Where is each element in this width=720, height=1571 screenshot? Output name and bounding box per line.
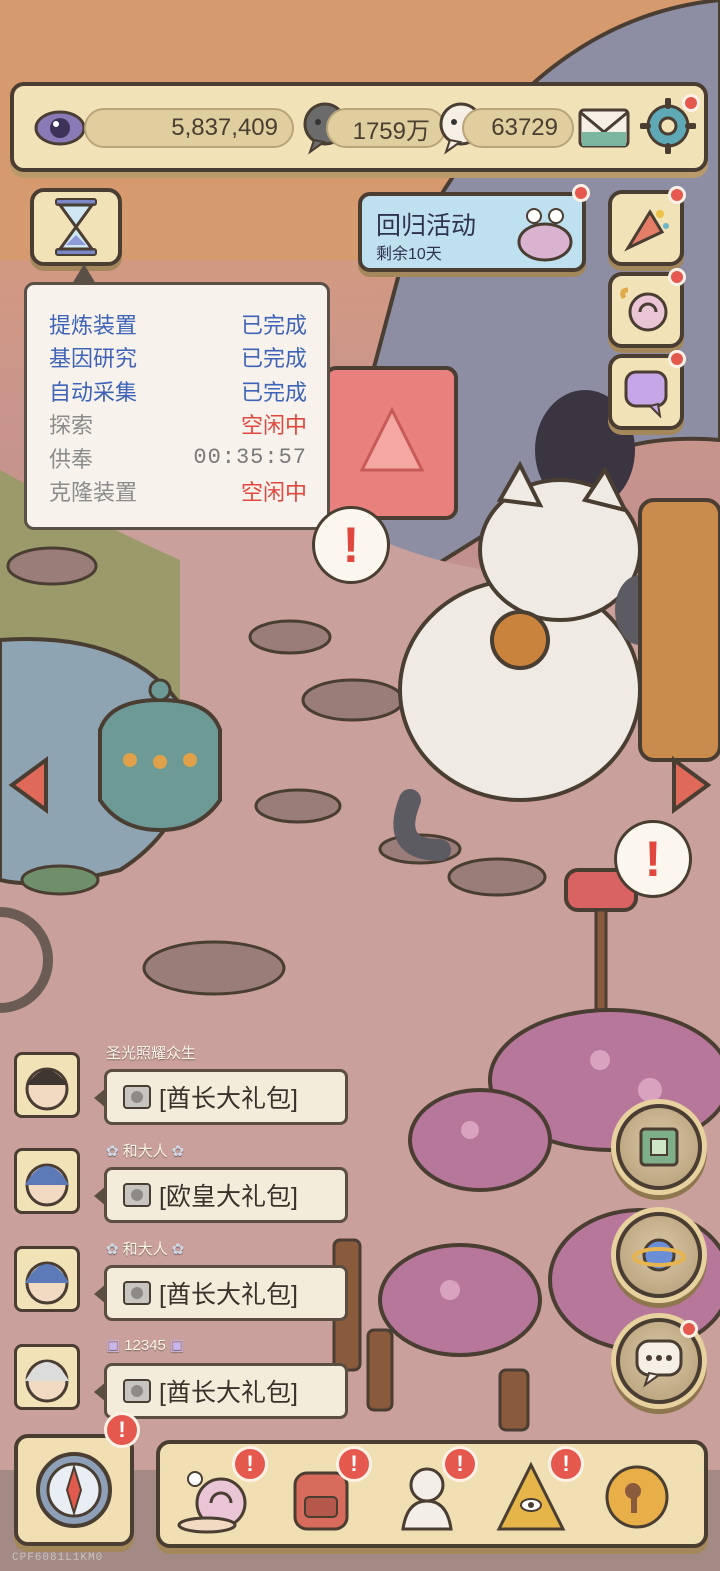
planet-button[interactable] [616,1212,702,1298]
event-title: 回归活动 [376,212,477,240]
chat-sender-name: 和大人 [122,1241,168,1258]
task-status: 已完成 [240,346,307,372]
bottom-navigation: ! ! ! ! [156,1440,708,1548]
machine-icon [639,1127,679,1167]
settings-notification-dot [682,94,700,112]
task-name: 基因研究 [49,346,138,372]
snail-notification-dot [668,268,686,286]
task-status: 空闲中 [240,413,307,439]
light-bubble-counter: 63729 [462,108,574,148]
pyramid-alert-badge: ! [548,1446,584,1482]
chat-message[interactable]: [酋长大礼包] [94,1069,348,1125]
task-name: 自动采集 [49,379,138,405]
task-row[interactable]: 克隆装置 空闲中 [49,475,307,509]
chat-speech-icon [624,370,668,418]
snail-mascot-icon [517,208,573,262]
explore-compass-button[interactable] [14,1434,134,1546]
warning-machine-alert[interactable]: ! [312,506,390,584]
gift-card-icon [123,1379,151,1403]
game-scene: 5,837,409 1759万 63729 提炼装置 已完成 基因研究 已完成 [0,0,720,1571]
chat-message[interactable]: [欧皇大礼包] [94,1167,348,1223]
avatar[interactable] [14,1246,80,1312]
chat-sender: ▣ 12345 ▣ [106,1336,185,1355]
rank-flower-icon: ✿ [106,1142,119,1160]
eye-counter: 5,837,409 [84,108,294,148]
task-name: 探索 [49,413,94,439]
gift-card-icon [123,1183,151,1207]
chat-message-text: [欧皇大礼包] [159,1183,298,1211]
return-event-banner[interactable]: 回归活动 剩余10天 [358,192,586,272]
resource-bar: 5,837,409 1759万 63729 [10,82,708,172]
chat-message[interactable]: [酋长大礼包] [94,1265,348,1321]
snail-icon [620,287,668,332]
snail-alert-badge: ! [232,1446,268,1482]
chat-icon [635,1339,683,1388]
backpack-alert-badge: ! [336,1446,372,1482]
rank-badge-icon: ▣ [169,1337,185,1354]
avatar[interactable] [14,1148,80,1214]
task-name: 供奉 [49,446,94,472]
chat-sender: 圣光照耀众生 [106,1045,197,1062]
coin-nav-button[interactable] [592,1452,682,1542]
gift-card-icon [123,1085,151,1109]
next-scene-arrow[interactable] [670,756,712,814]
dark-bubble-counter: 1759万 [326,108,446,148]
avatar[interactable] [14,1052,80,1118]
event-notification-dot [572,184,590,202]
rank-flower-icon: ✿ [106,1240,119,1258]
task-row[interactable]: 提炼装置 已完成 [49,307,307,341]
machine-button[interactable] [616,1104,702,1190]
avatar[interactable] [14,1344,80,1410]
explore-alert-badge: ! [104,1412,140,1448]
task-status: 已完成 [240,312,307,338]
task-row[interactable]: 供奉 00:35:57 [49,441,307,475]
task-row[interactable]: 自动采集 已完成 [49,374,307,408]
rank-flower-icon: ✿ [171,1142,185,1160]
party-popper-icon [624,209,669,252]
statue-alert-badge: ! [442,1446,478,1482]
mail-icon[interactable] [576,102,632,158]
task-name: 提炼装置 [49,312,138,338]
planet-icon [632,1238,686,1272]
chat-message[interactable]: [酋长大礼包] [94,1363,348,1419]
task-name: 克隆装置 [49,480,138,506]
chat-message-text: [酋长大礼包] [159,1085,298,1113]
eye-icon[interactable] [32,100,88,160]
task-hourglass-button[interactable] [30,188,122,266]
task-status-panel: 提炼装置 已完成 基因研究 已完成 自动采集 已完成 探索 空闲中 供奉 00:… [24,282,330,530]
chat-sender-name: 12345 [124,1336,166,1354]
task-timer: 00:35:57 [193,445,307,471]
chat-message-text: [酋长大礼包] [159,1281,298,1309]
build-id: CPF6081L1KM0 [12,1552,104,1564]
task-status: 空闲中 [240,480,307,506]
chat-sender-name: 和大人 [122,1143,168,1160]
party-notification-dot [668,186,686,204]
compass-icon [36,1452,112,1528]
rank-badge-icon: ▣ [106,1337,121,1354]
coin-key-icon [605,1465,669,1529]
message-board-notification-dot [668,350,686,368]
event-remaining: 剩余10天 [376,246,442,263]
chat-message-text: [酋长大礼包] [159,1379,298,1407]
chat-notification-dot [680,1320,698,1338]
previous-scene-arrow[interactable] [8,756,50,814]
hourglass-icon [55,198,97,256]
task-row[interactable]: 基因研究 已完成 [49,341,307,375]
lily-pad [20,864,100,896]
gift-card-icon [123,1281,151,1305]
task-row[interactable]: 探索 空闲中 [49,408,307,442]
popup-pointer [72,264,96,284]
mailbox-alert[interactable]: ! [614,820,692,898]
chat-sender: ✿ 和大人 ✿ [106,1238,184,1259]
task-status: 已完成 [240,379,307,405]
rank-flower-icon: ✿ [171,1240,185,1258]
chat-sender: ✿ 和大人 ✿ [106,1140,184,1161]
